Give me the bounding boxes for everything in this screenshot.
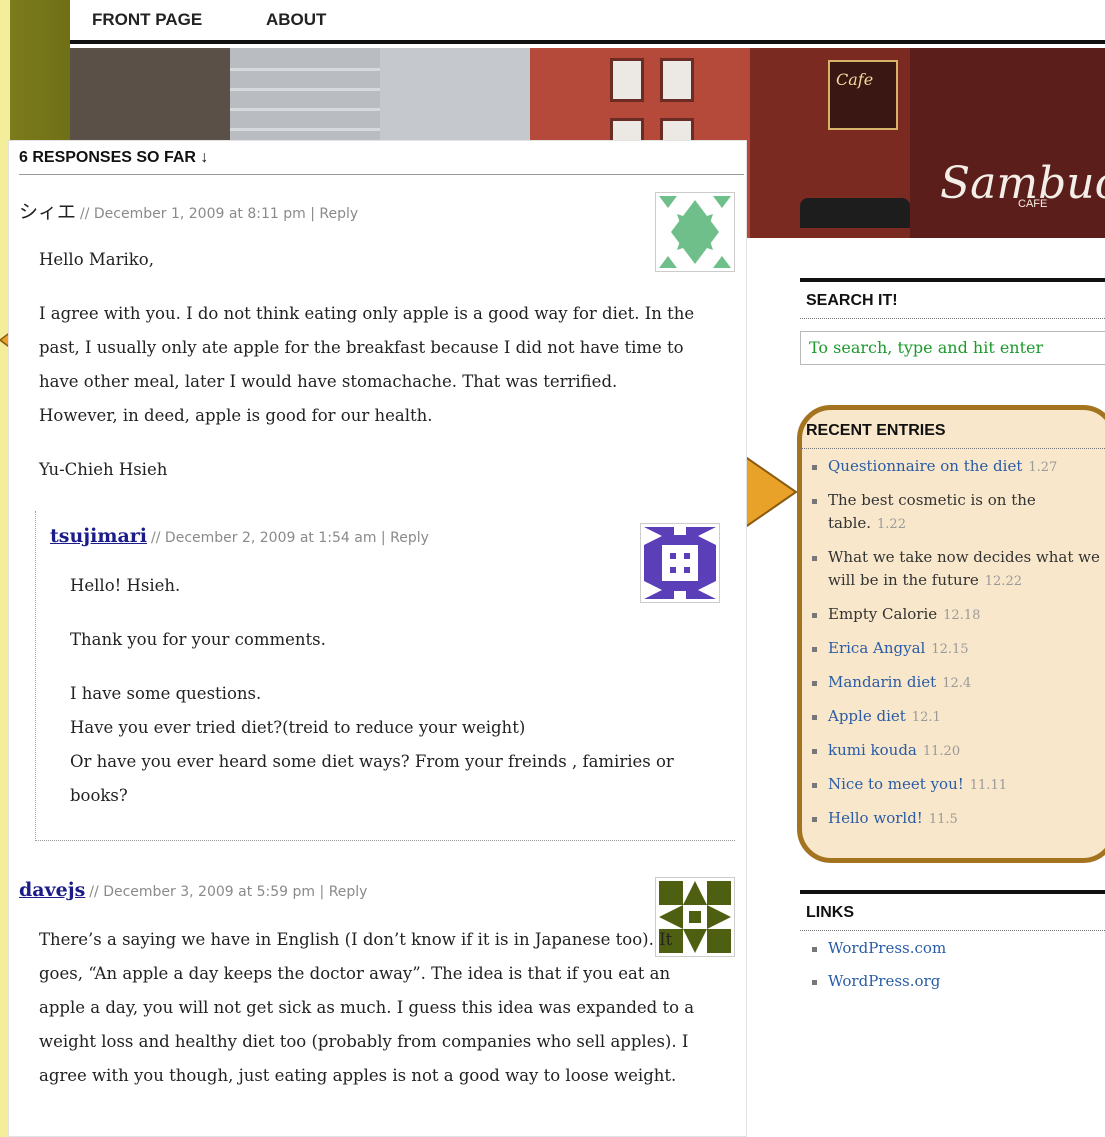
- comment-author-link[interactable]: davejs: [19, 879, 85, 901]
- recent-entry-date: 1.27: [1028, 460, 1058, 475]
- recent-entry-link[interactable]: Apple diet: [828, 707, 906, 725]
- comment-author-link[interactable]: tsujimari: [50, 525, 147, 547]
- recent-entry-date: 11.5: [928, 812, 958, 827]
- comment-meta: // December 2, 2009 at 1:54 am | Reply: [151, 530, 429, 546]
- links-widget-title: LINKS: [800, 890, 1105, 931]
- recent-entry-link[interactable]: Questionnaire on the diet: [828, 457, 1022, 475]
- recent-entry-item: Empty Calorie 12.18: [812, 603, 1105, 627]
- recent-entry-item: Erica Angyal 12.15: [812, 637, 1105, 661]
- comment-author: シィエ: [19, 201, 77, 223]
- recent-entry-item: What we take now decides what we will be…: [812, 546, 1105, 593]
- comment-body: Hello! Hsieh. Thank you for your comment…: [70, 569, 700, 833]
- recent-entry-link[interactable]: Nice to meet you!: [828, 775, 964, 793]
- comment-body: There’s a saying we have in English (I d…: [39, 923, 699, 1113]
- search-widget-title: SEARCH IT!: [800, 278, 1105, 319]
- recent-entry-link[interactable]: Mandarin diet: [828, 673, 936, 691]
- comment-paragraph: Hello Mariko,: [39, 250, 154, 269]
- comments-heading: 6 RESPONSES SO FAR ↓: [19, 147, 744, 175]
- recent-entry-link[interactable]: kumi kouda: [828, 741, 917, 759]
- restaurant-sign-sub: CAFE: [1018, 198, 1048, 210]
- comment-date: December 3, 2009 at 5:59 pm: [103, 884, 316, 900]
- recent-entry-item: kumi kouda 11.20: [812, 739, 1105, 763]
- recent-entry-item: Hello world! 11.5: [812, 807, 1105, 831]
- recent-entries-title: RECENT ENTRIES: [800, 408, 1105, 449]
- recent-entry-item: Questionnaire on the diet 1.27: [812, 455, 1105, 479]
- nested-reply: tsujimari // December 2, 2009 at 1:54 am…: [35, 511, 735, 841]
- links-list: WordPress.com WordPress.org: [800, 931, 1105, 993]
- comment-date: December 1, 2009 at 8:11 pm: [93, 206, 306, 222]
- comments-panel: 6 RESPONSES SO FAR ↓ シィエ // December 1, …: [8, 140, 747, 1137]
- cafe-sign: Cafe: [828, 60, 898, 130]
- recent-entry-date: 1.22: [877, 517, 906, 532]
- comment-paragraph: Thank you for your comments.: [70, 630, 326, 649]
- recent-entries-list: Questionnaire on the diet 1.27 The best co…: [800, 449, 1105, 831]
- search-input[interactable]: To search, type and hit enter: [800, 331, 1105, 365]
- comment-paragraph: Yu-Chieh Hsieh: [39, 460, 168, 479]
- comment-meta: // December 3, 2009 at 5:59 pm | Reply: [89, 884, 368, 900]
- recent-entry-date: 12.4: [942, 676, 972, 691]
- reply-link[interactable]: Reply: [329, 884, 368, 900]
- comment-paragraph: I have some questions. Have you ever tri…: [70, 684, 674, 805]
- comment-paragraph: There’s a saying we have in English (I d…: [39, 930, 695, 1085]
- recent-entry-date: 12.18: [943, 608, 981, 623]
- recent-entry-item: Nice to meet you! 11.11: [812, 773, 1105, 797]
- comment-paragraph: Hello! Hsieh.: [70, 576, 181, 595]
- recent-entries-widget: RECENT ENTRIES Questionnaire on the diet…: [800, 408, 1105, 841]
- reply-link[interactable]: Reply: [390, 530, 429, 546]
- list-item: WordPress.org: [812, 970, 1105, 993]
- recent-entry-date: 12.22: [984, 574, 1022, 589]
- comment-date: December 2, 2009 at 1:54 am: [164, 530, 377, 546]
- comment-meta: // December 1, 2009 at 8:11 pm | Reply: [80, 206, 359, 222]
- comment-paragraph: I agree with you. I do not think eating …: [39, 304, 695, 425]
- recent-entry-date: 12.15: [931, 642, 969, 657]
- recent-entry-date: 11.11: [969, 778, 1007, 793]
- recent-entry-item: Apple diet 12.1: [812, 705, 1105, 729]
- reply-link[interactable]: Reply: [319, 206, 358, 222]
- link-wordpress-org[interactable]: WordPress.org: [828, 972, 940, 990]
- nav-front-page-link[interactable]: FRONT PAGE: [92, 10, 202, 30]
- recent-entry-date: 12.1: [911, 710, 941, 725]
- recent-entry-item: The best cosmetic is on the table. 1.22: [812, 489, 1105, 536]
- recent-entry-date: 11.20: [922, 744, 961, 759]
- list-item: WordPress.com: [812, 937, 1105, 960]
- recent-entry-link[interactable]: Erica Angyal: [828, 639, 925, 657]
- nav-about-link[interactable]: ABOUT: [266, 10, 326, 30]
- awning: [800, 198, 910, 228]
- comment-body: Hello Mariko, I agree with you. I do not…: [39, 243, 699, 507]
- recent-entry-item: Mandarin diet 12.4: [812, 671, 1105, 695]
- recent-entry-link[interactable]: Hello world!: [828, 809, 923, 827]
- link-wordpress-com[interactable]: WordPress.com: [828, 939, 946, 957]
- recent-entry-link[interactable]: Empty Calorie: [828, 605, 937, 623]
- top-navigation: FRONT PAGE ABOUT: [70, 0, 1105, 44]
- search-widget: SEARCH IT! To search, type and hit enter: [800, 278, 1105, 365]
- recent-entry-link[interactable]: The best cosmetic is on the table.: [828, 491, 1036, 532]
- recent-entry-link[interactable]: What we take now decides what we will be…: [828, 548, 1100, 589]
- arrow-callout: [743, 454, 798, 530]
- links-widget: LINKS WordPress.com WordPress.org: [800, 890, 1105, 1003]
